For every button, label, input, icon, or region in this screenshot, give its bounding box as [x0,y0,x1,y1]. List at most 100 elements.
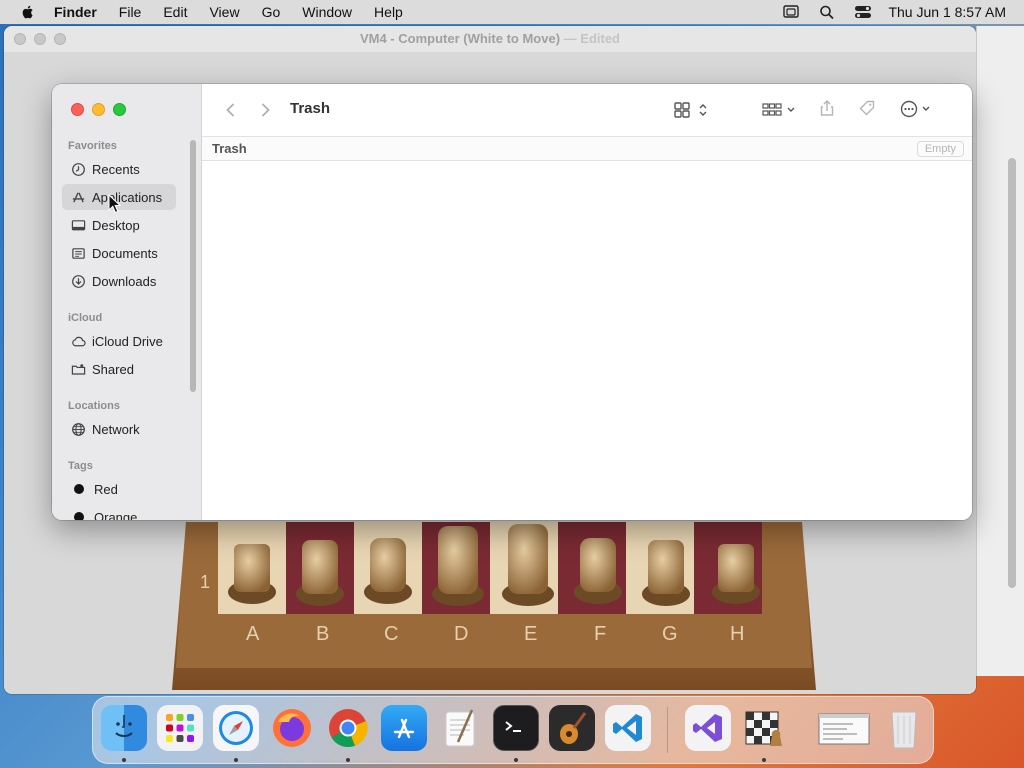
chevron-left-icon [226,103,235,117]
visual-studio-icon [693,714,722,742]
shared-folder-icon [70,361,86,377]
spotlight-search-icon[interactable] [818,4,836,20]
running-indicator [762,758,766,762]
file-label-b: B [316,623,329,645]
background-scrollbar[interactable] [1008,158,1016,588]
menu-help[interactable]: Help [374,4,403,20]
dock-vscode[interactable] [605,705,651,751]
sidebar-item-icloud-drive[interactable]: iCloud Drive [62,328,176,354]
mouse-cursor-icon [108,194,122,214]
compass-icon [219,711,253,745]
sidebar-item-label: Desktop [92,217,140,233]
chess-icon [745,711,782,746]
running-indicator [346,758,350,762]
sidebar-item-desktop[interactable]: Desktop [62,212,176,238]
sidebar-section-locations: Locations [68,400,120,412]
menu-file[interactable]: File [119,4,142,20]
sidebar-item-label: Red [94,481,118,497]
dock-instruments[interactable] [549,705,595,751]
ellipsis-circle-icon [900,100,930,118]
close-button[interactable] [71,103,84,116]
dock-terminal[interactable] [493,705,539,751]
sidebar-item-tag-orange[interactable]: Orange [62,504,176,520]
view-mode-button[interactable] [672,100,712,120]
tag-button[interactable] [858,99,876,117]
dock-launchpad[interactable] [157,705,203,751]
desktop-icon [70,217,86,233]
finder-sidebar: Favorites Recents Applications Desktop D… [52,84,202,520]
zoom-button[interactable] [113,103,126,116]
forward-button[interactable] [256,101,274,119]
document-icon [70,245,86,261]
launchpad-grid-icon [166,714,194,742]
dock-safari[interactable] [213,705,259,751]
dock-app-store[interactable] [381,705,427,751]
sidebar-item-shared[interactable]: Shared [62,356,176,382]
more-actions-button[interactable] [898,99,938,119]
dock-textedit[interactable] [437,705,483,751]
dock-chess[interactable] [741,705,787,751]
file-label-g: G [662,623,678,645]
board-rank-label: 1 [200,572,210,592]
sidebar-item-label: Applications [92,189,163,205]
back-button[interactable] [222,101,240,119]
sidebar-item-label: Recents [92,161,140,177]
vm-edited-label: — Edited [563,31,620,46]
finder-window: Favorites Recents Applications Desktop D… [52,84,972,520]
control-center-icon[interactable] [854,4,872,20]
globe-icon [70,421,86,437]
icon-view-icon [674,102,707,118]
file-list-area[interactable] [202,162,972,520]
dock-separator [667,707,668,753]
dock-trash[interactable] [881,705,927,751]
dock [92,696,934,764]
menu-edit[interactable]: Edit [163,4,187,20]
app-store-icon [393,718,415,739]
share-button[interactable] [818,99,836,117]
menu-window[interactable]: Window [302,4,352,20]
menu-bar-clock[interactable]: Thu Jun 1 8:57 AM [888,4,1006,20]
menu-view[interactable]: View [209,4,239,20]
vscode-icon [613,714,642,742]
sidebar-item-label: Downloads [92,273,157,289]
file-label-e: E [524,623,537,645]
firefox-icon [273,709,311,747]
minimize-button[interactable] [92,103,105,116]
sidebar-item-label: Network [92,421,140,437]
menu-go[interactable]: Go [262,4,281,20]
sidebar-item-tag-red[interactable]: Red [62,476,176,502]
sidebar-item-network[interactable]: Network [62,416,176,442]
sidebar-section-icloud: iCloud [68,312,103,324]
cloud-icon [70,333,86,349]
menu-bar: Finder File Edit View Go Window Help Thu… [0,0,1024,24]
sidebar-item-downloads[interactable]: Downloads [62,268,176,294]
dock-chrome[interactable] [325,705,371,751]
display-mirroring-icon[interactable] [782,4,800,20]
dock-finder[interactable] [101,705,147,751]
finder-face-icon [115,715,133,737]
chess-board[interactable]: 1 A B C D E F G H [172,522,816,690]
finder-main: Trash Trash Empty [202,84,972,520]
sidebar-section-tags: Tags [68,460,93,472]
terminal-icon [505,721,521,732]
window-title: Trash [290,100,331,117]
chevron-right-icon [261,103,270,117]
dock-firefox[interactable] [269,705,315,751]
finder-toolbar: Trash [202,84,972,136]
file-label-c: C [384,623,398,645]
chrome-icon [329,709,368,748]
sidebar-item-documents[interactable]: Documents [62,240,176,266]
share-icon [820,100,834,116]
dock-visual-studio[interactable] [685,705,731,751]
sidebar-item-label: Orange [94,509,138,521]
sidebar-item-label: Shared [92,361,134,377]
group-button[interactable] [760,100,800,120]
dock-screen-preview[interactable] [817,705,871,751]
menu-finder[interactable]: Finder [54,4,97,20]
sidebar-scrollbar[interactable] [190,140,196,392]
sidebar-item-recents[interactable]: Recents [62,156,176,182]
sidebar-item-label: Documents [92,245,158,261]
empty-trash-button[interactable]: Empty [916,141,964,157]
apple-logo-icon[interactable] [20,4,36,20]
guitar-icon [560,712,587,744]
